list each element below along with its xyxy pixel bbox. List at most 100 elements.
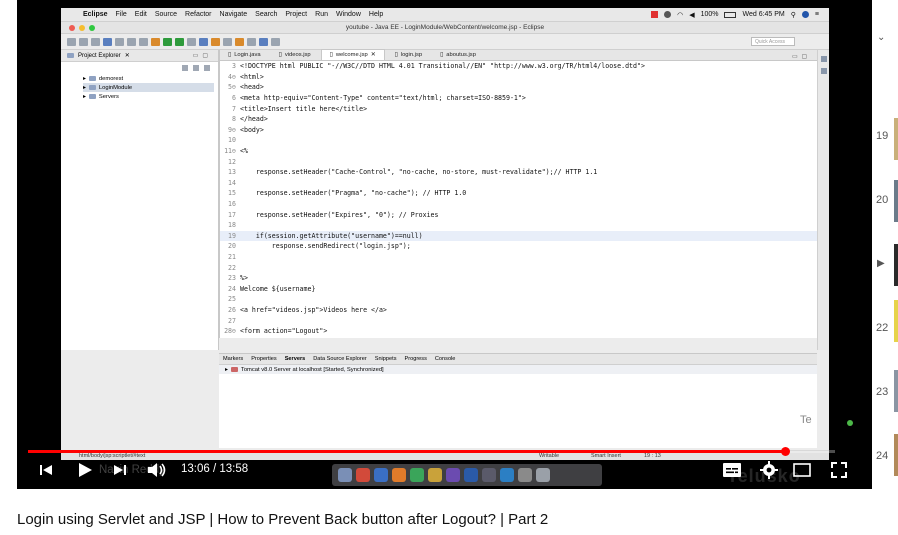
status-icon: [664, 11, 672, 18]
wifi-icon: ◠: [677, 11, 684, 19]
playlist-thumbnail[interactable]: [894, 118, 898, 160]
previous-button[interactable]: [39, 463, 53, 477]
java-file-icon: ▯: [228, 52, 232, 58]
line-number: 27: [228, 316, 236, 325]
editor-tabs: ▯ Login.java ▯ videos.jsp ▯ welcome.jsp ✕ ▯ l…: [220, 49, 817, 61]
project-explorer-title: Project Explorer: [78, 52, 121, 59]
code-line: 13 response.setHeader("Cache-Control", "…: [220, 167, 817, 178]
code-editor: ▯ Login.java ▯ videos.jsp ▯ welcome.jsp ✕ ▯ l…: [219, 49, 817, 338]
print-icon: [91, 37, 100, 46]
line-text: <meta http-equiv="Content-Type" content=…: [240, 94, 526, 103]
close-tab-icon: ✕: [124, 53, 130, 59]
code-line: 18: [220, 220, 817, 231]
line-text: Welcome ${username}: [240, 284, 316, 293]
menu-help: Help: [368, 11, 384, 18]
subtitles-icon: [723, 463, 741, 477]
menu-run: Run: [315, 11, 328, 18]
progress-bar[interactable]: [28, 447, 835, 456]
playlist-thumbnail[interactable]: [894, 244, 898, 286]
code-line: 20 response.sendRedirect("login.jsp");: [220, 241, 817, 252]
previous-icon: [40, 465, 52, 475]
playlist-thumbnail[interactable]: [894, 370, 898, 412]
explorer-icon: [67, 53, 74, 58]
subtitles-button[interactable]: [723, 463, 741, 477]
new-icon: [67, 37, 76, 46]
menu-navigate: Navigate: [219, 11, 248, 18]
tree-item: ▸ demorest: [83, 75, 124, 82]
youtube-watch-page: Eclipse File Edit Source Refactor Naviga…: [0, 0, 898, 535]
video-title: Login using Servlet and JSP | How to Pre…: [17, 511, 549, 528]
jsp-file-icon: ▯: [394, 52, 398, 58]
notification-list-icon: ≡: [814, 11, 819, 18]
code-line: 21: [220, 252, 817, 263]
forward-icon: [271, 37, 280, 46]
player-controls: Navin Reddy 13:06 / 13:58: [17, 455, 872, 487]
playlist-thumbnail[interactable]: [894, 180, 898, 222]
code-lines: 3 <!DOCTYPE html PUBLIC "-//W3C//DTD HTML…: [220, 61, 817, 336]
data-source-tab: Data Source Explorer: [313, 356, 367, 362]
line-number: 19: [228, 231, 236, 240]
tool-icon: [199, 37, 208, 46]
code-line: 5⊖ <head>: [220, 82, 817, 93]
code-line: 14: [220, 178, 817, 189]
jsp-file-icon: ▯: [278, 52, 282, 58]
line-text: %>: [240, 274, 248, 283]
volume-icon: ◀: [689, 11, 695, 19]
menubar-tray: ◠ ◀ 100% Wed 6:45 PM ⚲ ≡: [651, 11, 829, 19]
settings-button[interactable]: [760, 461, 778, 479]
line-number: 4⊖: [228, 72, 236, 81]
line-number: 20: [228, 242, 236, 251]
code-line: 28⊖ <form action="Logout">: [220, 326, 817, 337]
line-number: 3: [232, 62, 236, 71]
line-number: 7: [232, 104, 236, 113]
line-number: 9⊖: [228, 125, 236, 134]
line-number: 26: [228, 305, 236, 314]
siri-icon: [801, 11, 809, 18]
expand-icon: ▸: [83, 84, 86, 91]
chevron-down-icon[interactable]: ⌄: [877, 32, 885, 43]
playlist-index: 24: [876, 450, 889, 462]
code-line: 3 <!DOCTYPE html PUBLIC "-//W3C//DTD HTML…: [220, 61, 817, 72]
editor-tab-active: ▯ welcome.jsp ✕: [320, 49, 385, 60]
tool-icon: [115, 37, 124, 46]
code-line: 11⊖ <%: [220, 146, 817, 157]
back-icon: [259, 37, 268, 46]
properties-tab: Properties: [251, 356, 277, 362]
live-dot-icon: [847, 420, 853, 426]
tool-icon: [151, 37, 160, 46]
play-button[interactable]: [77, 462, 93, 478]
line-number: 18: [228, 221, 236, 230]
link-editor-icon: [193, 65, 199, 71]
playlist-thumbnail[interactable]: [894, 434, 898, 476]
playlist-thumbnail[interactable]: [894, 300, 898, 342]
video-player[interactable]: Eclipse File Edit Source Refactor Naviga…: [17, 0, 872, 489]
project-explorer: Project Explorer ✕ ▭▢ ▸ demorest ▸ LoginMo…: [61, 50, 219, 350]
line-number: 12: [228, 157, 236, 166]
line-number: 5⊖: [228, 83, 236, 92]
volume-button[interactable]: [147, 462, 167, 478]
line-number: 15: [228, 189, 236, 198]
menu-file: File: [115, 11, 127, 18]
gear-icon: [760, 461, 778, 479]
close-tab-icon: ✕: [370, 52, 376, 58]
window-titlebar: youtube - Java EE - LoginModule/WebConte…: [61, 22, 829, 34]
code-line: 16: [220, 199, 817, 210]
miniplayer-icon: [793, 463, 811, 477]
console-tab: Console: [434, 356, 456, 362]
play-icon: [79, 463, 92, 477]
battery-icon: [724, 11, 737, 18]
playlist-index: 19: [876, 130, 889, 142]
menu-project: Project: [285, 11, 308, 18]
code-line: 24 Welcome ${username}: [220, 283, 817, 294]
quick-access-input: Quick Access: [751, 37, 795, 46]
menu-app-name: Eclipse: [83, 11, 108, 18]
tree-item: ▸ Servers: [83, 93, 119, 100]
code-line: 17 response.setHeader("Expires", "0"); /…: [220, 209, 817, 220]
fullscreen-button[interactable]: [831, 462, 847, 478]
miniplayer-button[interactable]: [793, 463, 811, 477]
playlist-index: 23: [876, 386, 889, 398]
menu-source: Source: [154, 11, 178, 18]
editor-tab: ▯ login.jsp: [394, 52, 423, 58]
line-text: response.setHeader("Cache-Control", "no-…: [240, 168, 598, 177]
code-line: 8 </head>: [220, 114, 817, 125]
